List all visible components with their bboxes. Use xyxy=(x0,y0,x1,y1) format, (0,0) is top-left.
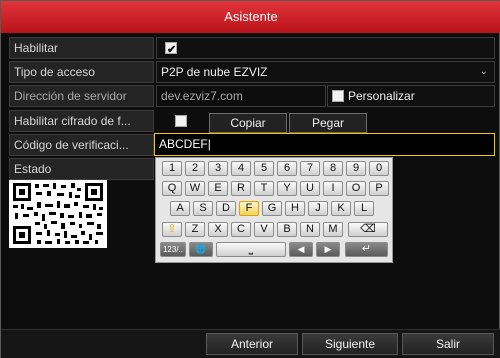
verification-code-input[interactable]: ABCDEF| xyxy=(154,133,495,156)
tipo-acceso-value: P2P de nube EZVIZ xyxy=(161,65,268,79)
row-tipo-acceso: Tipo de acceso P2P de nube EZVIZ ⌄ xyxy=(9,61,495,83)
direccion-field: dev.ezviz7.com xyxy=(156,85,326,107)
label-codigo: Código de verificaci... xyxy=(9,134,154,156)
checkmark-icon: ✔ xyxy=(167,44,177,56)
personalizar-checkbox[interactable] xyxy=(332,90,344,102)
field-habilitar: ✔ xyxy=(156,37,495,59)
key-f[interactable]: F xyxy=(239,201,259,216)
key-0[interactable]: 0 xyxy=(369,161,389,176)
label-habilitar: Habilitar xyxy=(9,37,154,59)
key-1[interactable]: 1 xyxy=(162,161,182,176)
tipo-acceso-select[interactable]: P2P de nube EZVIZ ⌄ xyxy=(156,61,495,83)
backspace-key-icon[interactable]: ⌫ xyxy=(348,222,388,237)
key-l[interactable]: L xyxy=(354,201,374,216)
arrow-left-key-icon[interactable]: ◀ xyxy=(289,242,313,257)
copy-button[interactable]: Copiar xyxy=(209,113,287,133)
key-2[interactable]: 2 xyxy=(185,161,205,176)
key-6[interactable]: 6 xyxy=(277,161,297,176)
key-u[interactable]: U xyxy=(300,181,320,196)
key-3[interactable]: 3 xyxy=(208,161,228,176)
previous-button[interactable]: Anterior xyxy=(206,333,298,355)
row-direccion: Dirección de servidor dev.ezviz7.com Per… xyxy=(9,85,495,107)
key-h[interactable]: H xyxy=(285,201,305,216)
key-8[interactable]: 8 xyxy=(323,161,343,176)
key-j[interactable]: J xyxy=(308,201,328,216)
key-4[interactable]: 4 xyxy=(231,161,251,176)
personalizar-toggle[interactable]: Personalizar xyxy=(327,85,495,107)
shift-key-icon[interactable]: ⇧ xyxy=(162,222,182,237)
key-e[interactable]: E xyxy=(208,181,228,196)
paste-button[interactable]: Pegar xyxy=(289,113,367,133)
key-i[interactable]: I xyxy=(323,181,343,196)
key-q[interactable]: Q xyxy=(162,181,182,196)
key-9[interactable]: 9 xyxy=(346,161,366,176)
label-cifrado: Habilitar cifrado de f... xyxy=(9,110,154,132)
cifrado-checkbox[interactable] xyxy=(175,115,187,127)
key-p[interactable]: P xyxy=(369,181,389,196)
key-v[interactable]: V xyxy=(254,222,274,237)
key-g[interactable]: G xyxy=(262,201,282,216)
key-c[interactable]: C xyxy=(231,222,251,237)
dialog-title: Asistente xyxy=(1,1,500,33)
label-tipo-acceso: Tipo de acceso xyxy=(9,61,154,83)
key-5[interactable]: 5 xyxy=(254,161,274,176)
chevron-down-icon: ⌄ xyxy=(479,66,488,77)
key-x[interactable]: X xyxy=(208,222,228,237)
on-screen-keyboard: 1 2 3 4 5 6 7 8 9 0 Q W E R T Y U I O P … xyxy=(155,157,393,263)
key-z[interactable]: Z xyxy=(185,222,205,237)
key-s[interactable]: S xyxy=(193,201,213,216)
key-k[interactable]: K xyxy=(331,201,351,216)
key-n[interactable]: N xyxy=(300,222,320,237)
key-m[interactable]: M xyxy=(323,222,343,237)
key-7[interactable]: 7 xyxy=(300,161,320,176)
key-a[interactable]: A xyxy=(170,201,190,216)
direccion-value: dev.ezviz7.com xyxy=(161,89,243,103)
key-b[interactable]: B xyxy=(277,222,297,237)
enter-key-icon[interactable]: ↵ xyxy=(345,242,388,257)
key-r[interactable]: R xyxy=(231,181,251,196)
key-o[interactable]: O xyxy=(346,181,366,196)
key-y[interactable]: Y xyxy=(277,181,297,196)
row-habilitar: Habilitar ✔ xyxy=(9,37,495,59)
mode-switch-key[interactable]: 123/.. xyxy=(160,242,186,257)
row-cifrado: Habilitar cifrado de f... Copiar Pegar xyxy=(9,110,495,133)
verification-code-value: ABCDEF xyxy=(159,137,208,151)
next-button[interactable]: Siguiente xyxy=(302,333,398,355)
label-direccion: Dirección de servidor xyxy=(9,85,154,107)
key-d[interactable]: D xyxy=(216,201,236,216)
exit-button[interactable]: Salir xyxy=(402,333,494,355)
arrow-right-key-icon[interactable]: ▶ xyxy=(316,242,340,257)
wizard-dialog: Asistente Habilitar ✔ Tipo de acceso P2P… xyxy=(0,0,500,358)
personalizar-label: Personalizar xyxy=(348,89,415,103)
habilitar-checkbox[interactable]: ✔ xyxy=(165,42,177,56)
globe-key-icon[interactable]: 🌐 xyxy=(189,242,213,257)
qr-code-image xyxy=(9,180,107,248)
key-w[interactable]: W xyxy=(185,181,205,196)
key-t[interactable]: T xyxy=(254,181,274,196)
label-estado: Estado xyxy=(9,158,154,180)
space-key[interactable]: ⎵ xyxy=(216,242,286,257)
